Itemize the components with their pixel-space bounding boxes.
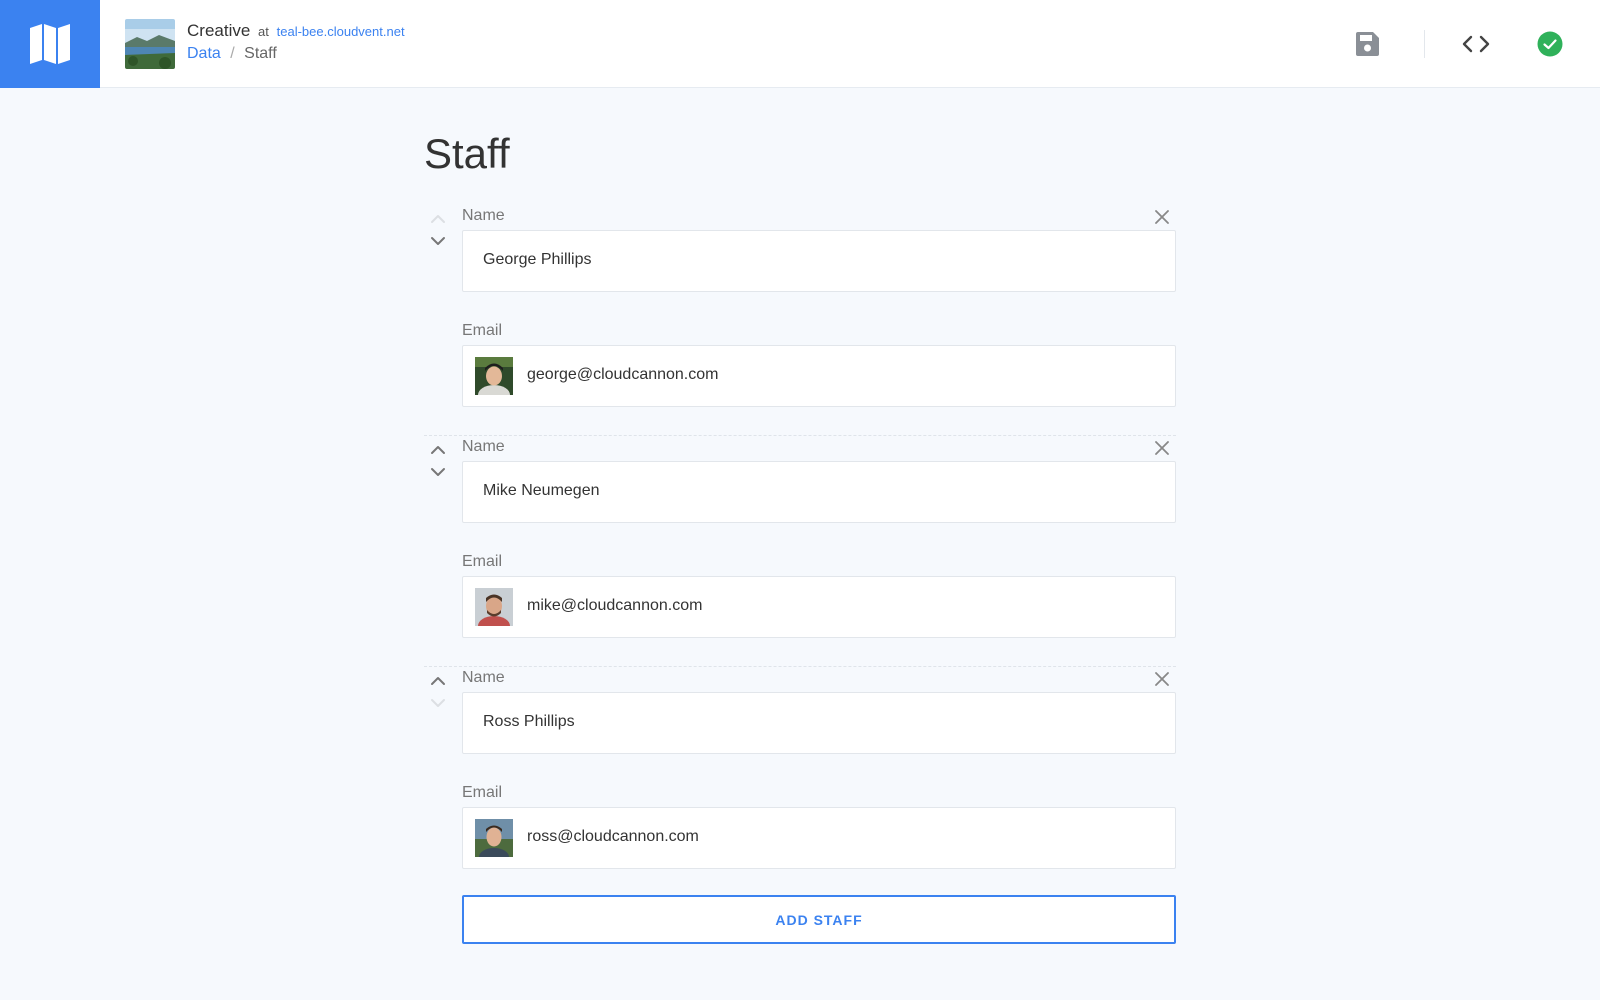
chevron-down-icon [431, 699, 445, 707]
name-field[interactable]: George Phillips [462, 230, 1176, 292]
breadcrumb-separator: / [230, 45, 235, 62]
avatar-image [475, 819, 513, 857]
avatar-image [475, 588, 513, 626]
breadcrumb-current: Staff [244, 45, 277, 62]
site-thumbnail[interactable] [125, 19, 175, 69]
map-icon [30, 24, 70, 64]
name-label: Name [462, 438, 505, 455]
staff-item: Name Ross Phillips Email ross@cloudcanno… [424, 667, 1176, 898]
close-icon [1155, 210, 1169, 224]
email-field[interactable]: george@cloudcannon.com [462, 345, 1176, 407]
avatar [475, 819, 513, 857]
email-label: Email [462, 784, 503, 801]
page-title: Staff [424, 130, 510, 177]
name-value: George Phillips [483, 251, 592, 268]
name-label: Name [462, 207, 505, 224]
remove-item-button[interactable] [1152, 669, 1172, 689]
move-down-button[interactable] [426, 231, 450, 251]
move-up-button [426, 209, 450, 229]
app-logo[interactable] [0, 0, 100, 88]
chevron-up-icon [431, 677, 445, 685]
code-icon [1462, 35, 1490, 53]
source-editor-button[interactable] [1458, 26, 1494, 62]
email-label: Email [462, 322, 503, 339]
header-divider [1424, 30, 1425, 58]
remove-item-button[interactable] [1152, 438, 1172, 458]
staff-item: Name George Phillips Email george@cloudc… [424, 205, 1176, 436]
breadcrumb: Data / Staff [187, 45, 277, 63]
site-domain-link[interactable]: teal-bee.cloudvent.net [277, 24, 405, 39]
site-thumbnail-image [125, 19, 175, 69]
save-button[interactable] [1349, 26, 1385, 62]
avatar [475, 588, 513, 626]
move-down-button[interactable] [426, 462, 450, 482]
chevron-down-icon [431, 468, 445, 476]
name-label: Name [462, 669, 505, 686]
site-at-text: at [258, 24, 269, 39]
move-down-button [426, 693, 450, 713]
move-up-button[interactable] [426, 440, 450, 460]
name-value: Ross Phillips [483, 713, 575, 730]
site-title: Creative at teal-bee.cloudvent.net [187, 21, 405, 41]
site-name: Creative [187, 21, 251, 40]
email-field[interactable]: ross@cloudcannon.com [462, 807, 1176, 869]
remove-item-button[interactable] [1152, 207, 1172, 227]
avatar-image [475, 357, 513, 395]
email-value: ross@cloudcannon.com [527, 828, 699, 845]
chevron-down-icon [431, 237, 445, 245]
email-value: george@cloudcannon.com [527, 366, 719, 383]
top-bar: Creative at teal-bee.cloudvent.net Data … [0, 0, 1600, 88]
name-value: Mike Neumegen [483, 482, 600, 499]
email-label: Email [462, 553, 503, 570]
email-value: mike@cloudcannon.com [527, 597, 703, 614]
avatar [475, 357, 513, 395]
name-field[interactable]: Ross Phillips [462, 692, 1176, 754]
email-field[interactable]: mike@cloudcannon.com [462, 576, 1176, 638]
check-circle-icon [1537, 31, 1563, 57]
floppy-disk-icon [1356, 32, 1379, 56]
close-icon [1155, 672, 1169, 686]
breadcrumb-data-link[interactable]: Data [187, 45, 221, 62]
staff-item: Name Mike Neumegen Email mike@cloudcanno… [424, 436, 1176, 667]
chevron-up-icon [431, 446, 445, 454]
add-staff-button[interactable]: ADD STAFF [462, 895, 1176, 944]
close-icon [1155, 441, 1169, 455]
chevron-up-icon [431, 215, 445, 223]
move-up-button[interactable] [426, 671, 450, 691]
status-indicator[interactable] [1532, 26, 1568, 62]
name-field[interactable]: Mike Neumegen [462, 461, 1176, 523]
